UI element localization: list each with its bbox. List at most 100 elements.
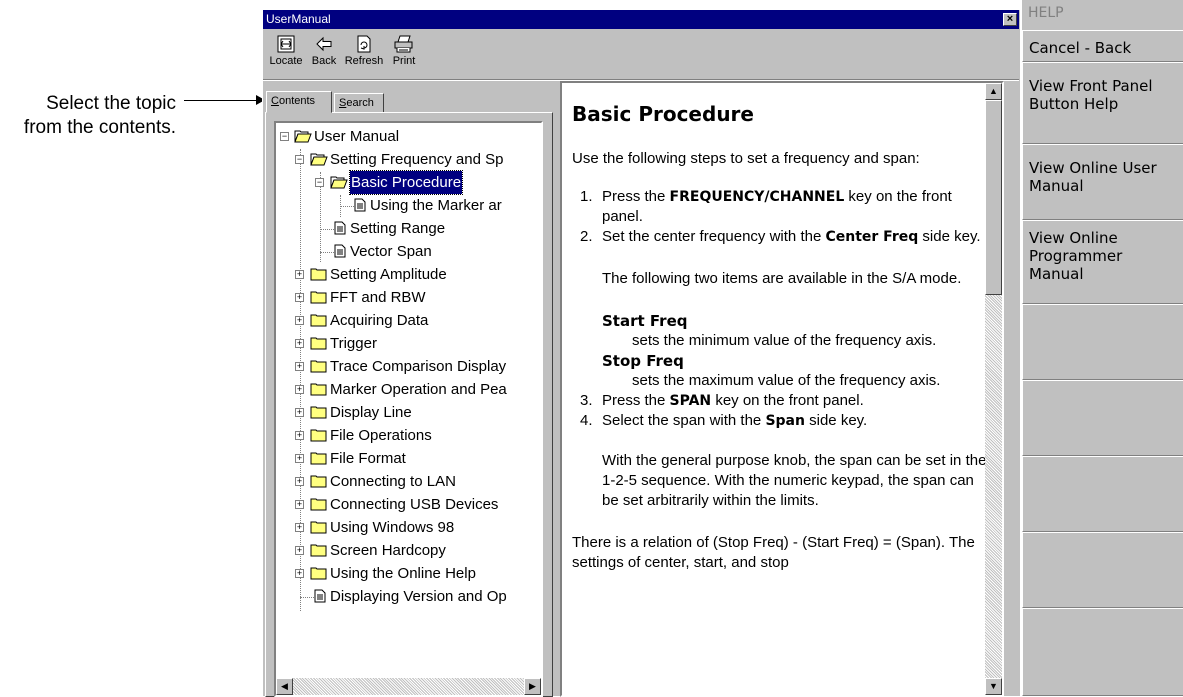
collapse-icon[interactable]: − bbox=[315, 178, 324, 187]
tree-label: Setting Frequency and Sp bbox=[330, 151, 504, 168]
term-start-freq: Start Freq bbox=[602, 312, 688, 330]
view-online-user-manual-button[interactable]: View Online User Manual bbox=[1022, 144, 1183, 220]
folder-icon bbox=[310, 429, 327, 442]
locate-icon bbox=[277, 35, 295, 53]
collapse-icon[interactable]: − bbox=[280, 132, 289, 141]
scroll-thumb[interactable] bbox=[985, 100, 1002, 295]
step-text: key on the front panel. bbox=[711, 392, 864, 409]
folder-icon bbox=[310, 498, 327, 511]
expand-icon[interactable]: + bbox=[295, 385, 304, 394]
contents-panel: − User Manual − Setting Frequency and Sp… bbox=[265, 112, 553, 697]
expand-icon[interactable]: + bbox=[295, 569, 304, 578]
refresh-button[interactable]: Refresh bbox=[343, 33, 385, 81]
expand-icon[interactable]: + bbox=[295, 408, 304, 417]
tab-search-label: earch bbox=[346, 97, 374, 109]
step-2-note: The following two items are available in… bbox=[602, 270, 962, 287]
definition-start-freq: sets the minimum value of the frequency … bbox=[632, 332, 937, 349]
tree-label: Connecting to LAN bbox=[330, 473, 456, 490]
step-number: 2. bbox=[580, 228, 593, 245]
cancel-back-button[interactable]: Cancel - Back bbox=[1022, 30, 1183, 62]
annotation-line-2: from the contents. bbox=[23, 117, 176, 138]
open-folder-icon bbox=[294, 130, 312, 143]
scroll-down-arrow-icon[interactable]: ▼ bbox=[985, 678, 1002, 695]
expand-icon[interactable]: + bbox=[295, 339, 304, 348]
expand-icon[interactable]: + bbox=[295, 454, 304, 463]
expand-icon[interactable]: + bbox=[295, 523, 304, 532]
back-label: Back bbox=[311, 55, 337, 67]
side-menu-empty-slot[interactable] bbox=[1022, 608, 1183, 696]
side-menu: HELP Cancel - Back View Front Panel Butt… bbox=[1022, 0, 1183, 696]
step-text: Press the bbox=[602, 392, 670, 409]
document-icon bbox=[334, 221, 346, 235]
folder-icon bbox=[310, 567, 327, 580]
expand-icon[interactable]: + bbox=[295, 431, 304, 440]
tree-label-selected: Basic Procedure bbox=[348, 170, 464, 195]
step-2: 2. Set the center frequency with the Cen… bbox=[580, 227, 992, 247]
annotation-leader-line bbox=[184, 100, 260, 101]
help-window: UserManual × Locate Back Refresh Print C… bbox=[262, 9, 1020, 697]
expand-icon[interactable]: + bbox=[295, 293, 304, 302]
print-button[interactable]: Print bbox=[387, 33, 421, 81]
side-menu-empty-slot[interactable] bbox=[1022, 304, 1183, 380]
view-online-programmer-manual-button[interactable]: View Online Programmer Manual bbox=[1022, 220, 1183, 304]
folder-icon bbox=[310, 452, 327, 465]
tree-label: Using the Marker ar bbox=[370, 197, 502, 214]
tree-label: Vector Span bbox=[350, 243, 432, 260]
annotation-callout: Select the topic from the contents. bbox=[0, 92, 176, 140]
tree-label: Trigger bbox=[330, 335, 377, 352]
side-menu-empty-slot[interactable] bbox=[1022, 456, 1183, 532]
expand-icon[interactable]: + bbox=[295, 500, 304, 509]
expand-icon[interactable]: + bbox=[295, 362, 304, 371]
tree-label: Display Line bbox=[330, 404, 412, 421]
step-text: Select the span with the bbox=[602, 412, 766, 429]
tab-search[interactable]: Search bbox=[334, 93, 384, 113]
tree-connector-main bbox=[300, 149, 301, 611]
tree-label: Setting Amplitude bbox=[330, 266, 447, 283]
tree-connector-h bbox=[320, 229, 334, 230]
tab-contents-label: ontents bbox=[278, 95, 316, 107]
topic-body: Basic Procedure Use the following steps … bbox=[572, 101, 992, 573]
back-button[interactable]: Back bbox=[307, 33, 341, 81]
window-title: UserManual bbox=[266, 12, 331, 26]
print-label: Print bbox=[392, 55, 416, 67]
steps-list: 1. Press the FREQUENCY/CHANNEL key on th… bbox=[580, 187, 992, 511]
view-front-panel-help-button[interactable]: View Front Panel Button Help bbox=[1022, 62, 1183, 144]
document-icon bbox=[314, 589, 326, 603]
folder-icon bbox=[310, 291, 327, 304]
close-button[interactable]: × bbox=[1003, 13, 1017, 26]
folder-icon bbox=[310, 521, 327, 534]
refresh-icon bbox=[357, 35, 371, 53]
tree-connector-h bbox=[300, 597, 314, 598]
collapse-icon[interactable]: − bbox=[295, 155, 304, 164]
document-icon bbox=[354, 198, 366, 212]
expand-icon[interactable]: + bbox=[295, 316, 304, 325]
tree-label: Screen Hardcopy bbox=[330, 542, 446, 559]
expand-icon[interactable]: + bbox=[295, 270, 304, 279]
tree-horizontal-scrollbar[interactable]: ◀ ▶ bbox=[276, 678, 541, 695]
folder-icon bbox=[310, 360, 327, 373]
locate-button[interactable]: Locate bbox=[267, 33, 305, 81]
expand-icon[interactable]: + bbox=[295, 477, 304, 486]
topic-intro: Use the following steps to set a frequen… bbox=[572, 150, 920, 167]
tree-label: Using the Online Help bbox=[330, 565, 476, 582]
tab-contents[interactable]: Contents bbox=[266, 91, 332, 113]
tab-contents-accesskey: C bbox=[271, 95, 279, 107]
scroll-up-arrow-icon[interactable]: ▲ bbox=[985, 83, 1002, 100]
scroll-left-arrow-icon[interactable]: ◀ bbox=[276, 678, 293, 695]
side-menu-empty-slot[interactable] bbox=[1022, 532, 1183, 608]
folder-icon bbox=[310, 314, 327, 327]
definition-stop-freq: sets the maximum value of the frequency … bbox=[632, 372, 941, 389]
expand-icon[interactable]: + bbox=[295, 546, 304, 555]
open-folder-icon bbox=[310, 153, 328, 166]
tree-label: File Operations bbox=[330, 427, 432, 444]
step-key-name: FREQUENCY/CHANNEL bbox=[669, 189, 845, 205]
step-key-name: Span bbox=[765, 413, 805, 429]
side-menu-empty-slot[interactable] bbox=[1022, 380, 1183, 456]
back-arrow-icon bbox=[316, 36, 332, 52]
printer-icon bbox=[394, 35, 413, 53]
scroll-right-arrow-icon[interactable]: ▶ bbox=[524, 678, 541, 695]
content-vertical-scrollbar[interactable]: ▲ ▼ bbox=[985, 83, 1002, 695]
step-text: side key. bbox=[804, 412, 868, 429]
open-folder-icon bbox=[330, 176, 348, 189]
toolbar: Locate Back Refresh Print bbox=[263, 31, 1019, 83]
